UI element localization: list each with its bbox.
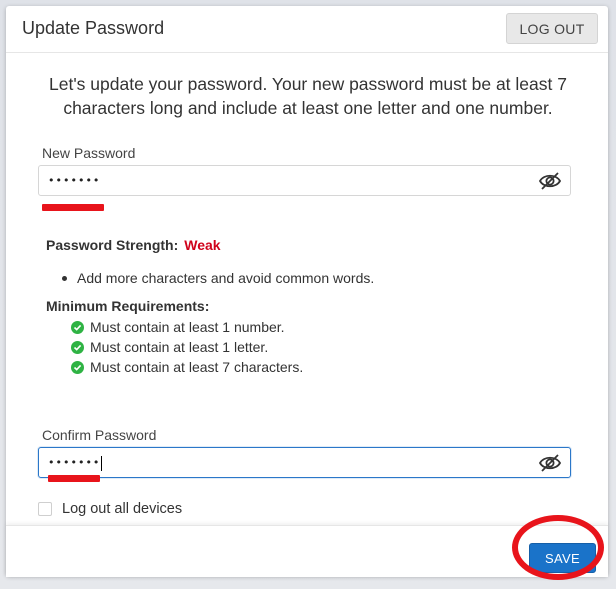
requirement-text: Must contain at least 1 number.	[90, 319, 285, 335]
annotation-underline	[48, 475, 100, 482]
check-circle-icon	[71, 340, 84, 354]
new-password-label: New Password	[42, 145, 136, 161]
new-password-field[interactable]: •••••••	[38, 165, 571, 196]
logout-devices-checkbox[interactable]	[38, 502, 52, 516]
requirements-heading: Minimum Requirements:	[46, 298, 210, 314]
list-item: Add more characters and avoid common wor…	[62, 270, 374, 286]
eye-slash-icon[interactable]	[538, 453, 562, 473]
annotation-circle	[512, 515, 604, 580]
annotation-underline	[42, 204, 104, 211]
confirm-password-value: •••••••	[48, 455, 103, 471]
logout-devices-label: Log out all devices	[62, 501, 183, 517]
confirm-password-label: Confirm Password	[42, 427, 157, 443]
dialog-title: Update Password	[22, 18, 165, 38]
suggestion-text: Add more characters and avoid common wor…	[77, 270, 375, 286]
intro-text: Let's update your password. Your new pas…	[49, 74, 567, 118]
check-circle-icon	[71, 320, 84, 334]
new-password-value: •••••••	[48, 174, 101, 187]
logout-devices-option[interactable]: Log out all devices	[38, 501, 182, 517]
bullet-icon	[62, 275, 67, 281]
requirement-text: Must contain at least 1 letter.	[90, 339, 269, 355]
strength-label: Password Strength:	[46, 237, 179, 253]
strength-value: Weak	[184, 237, 221, 253]
eye-slash-icon[interactable]	[538, 171, 562, 191]
requirement-item: Must contain at least 7 characters.	[71, 359, 303, 375]
check-circle-icon	[71, 360, 84, 374]
requirement-text: Must contain at least 7 characters.	[90, 359, 304, 375]
dialog-header: Update Password LOG OUT	[6, 6, 608, 53]
text-caret	[101, 455, 103, 471]
password-strength: Password Strength: Weak	[46, 237, 221, 253]
requirement-item: Must contain at least 1 letter.	[71, 339, 268, 355]
confirm-password-field[interactable]: •••••••	[38, 447, 571, 478]
suggestion-list: Add more characters and avoid common wor…	[62, 270, 374, 286]
requirement-item: Must contain at least 1 number.	[71, 319, 285, 335]
logout-button[interactable]: LOG OUT	[506, 13, 598, 44]
update-password-dialog: Update Password LOG OUT Let's update you…	[6, 6, 608, 577]
